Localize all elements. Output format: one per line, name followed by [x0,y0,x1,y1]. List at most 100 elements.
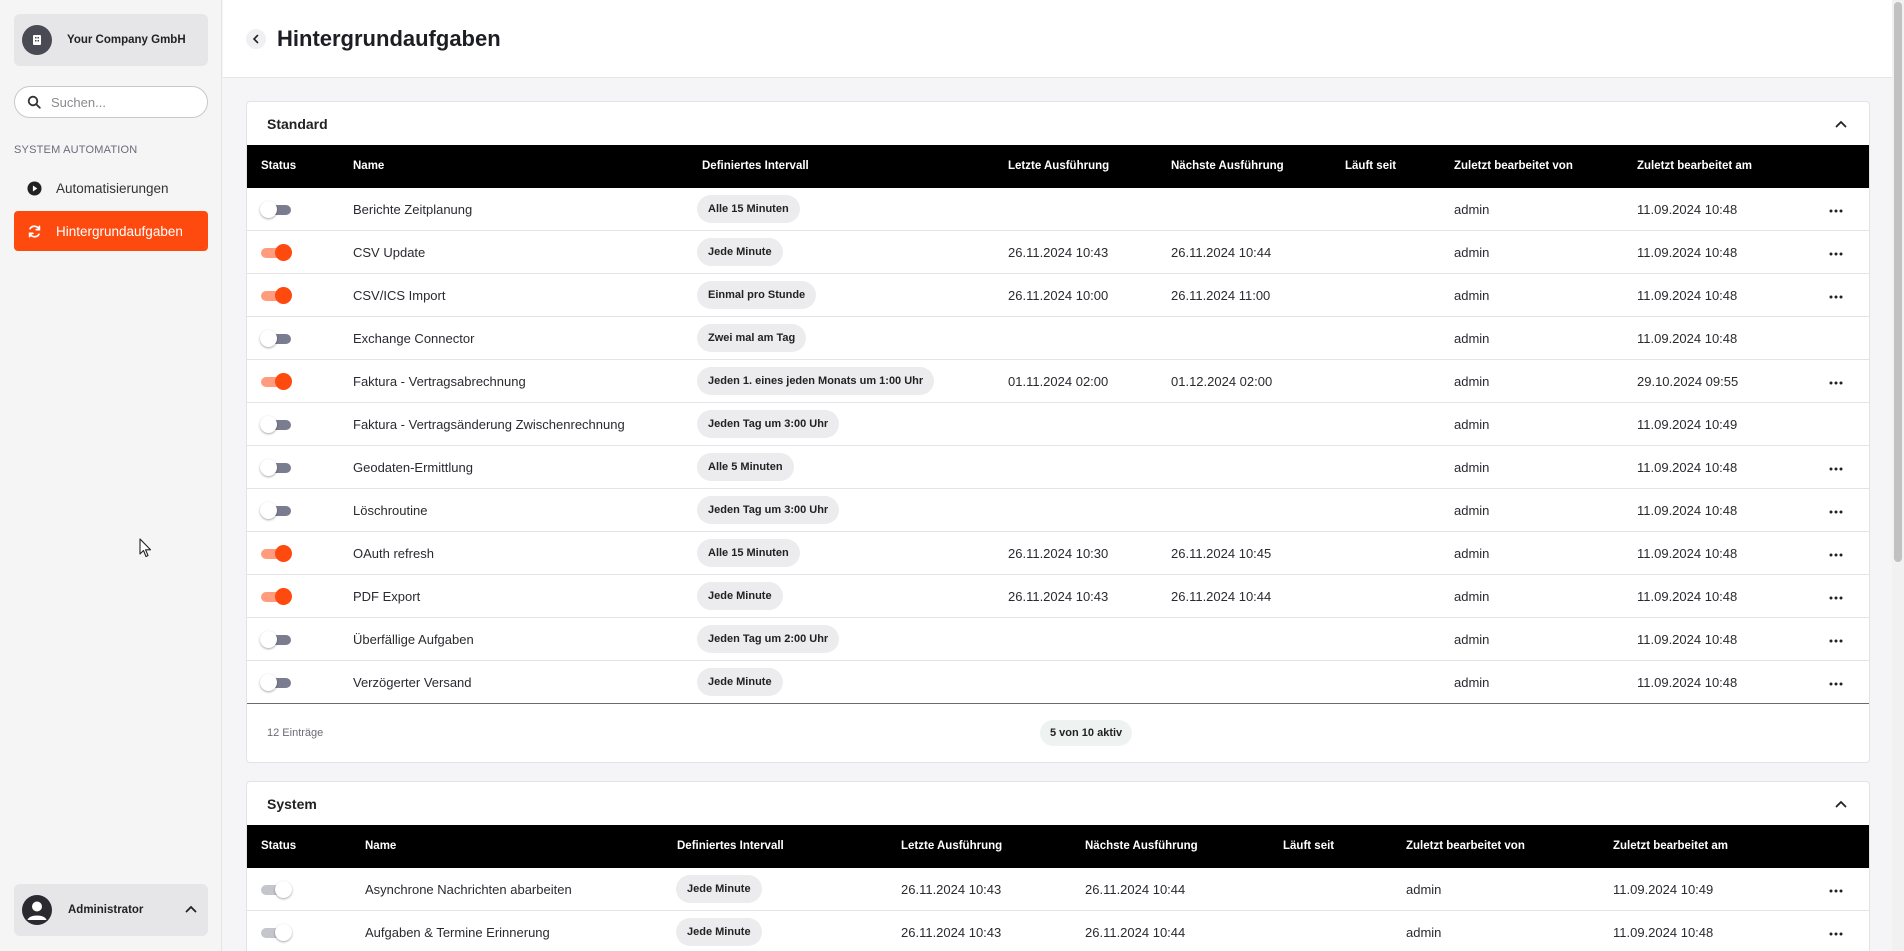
edited-at: 11.09.2024 10:48 [1637,460,1738,475]
status-toggle[interactable] [260,201,293,218]
chevron-up-icon[interactable] [1833,116,1849,132]
user-menu[interactable]: Administrator [14,884,208,936]
column-header-edited-at[interactable]: Zuletzt bearbeitet am [1637,160,1752,172]
table-row[interactable]: Faktura - Vertragsänderung Zwischenrechn… [247,403,1869,446]
scrollbar-thumb[interactable] [1894,2,1902,562]
toggle-knob [260,330,277,347]
edited-by: admin [1406,925,1442,940]
section-title: Standard [267,116,328,132]
edited-by: admin [1454,675,1490,690]
table-body: Berichte Zeitplanung Alle 15 Minuten admin… [247,188,1869,704]
table-row[interactable]: CSV/ICS Import Einmal pro Stunde 26.11.202… [247,274,1869,317]
toggle-knob [275,545,292,562]
table-row[interactable]: Berichte Zeitplanung Alle 15 Minuten admin… [247,188,1869,231]
edited-by: admin [1454,331,1490,346]
status-toggle[interactable] [260,674,293,691]
back-button[interactable] [246,29,266,49]
more-options-icon[interactable] [1829,591,1843,601]
column-header-last-run[interactable]: Letzte Ausführung [901,840,1002,852]
table-row[interactable]: CSV Update Jede Minute 26.11.2024 10:43 26.… [247,231,1869,274]
status-toggle[interactable] [260,330,293,347]
task-name: Geodaten-Ermittlung [353,460,473,475]
table-row[interactable]: Löschroutine Jeden Tag um 3:00 Uhr admin 11… [247,489,1869,532]
edited-by: admin [1454,632,1490,647]
column-header-status[interactable]: Status [261,840,296,852]
column-header-next-run[interactable]: Nächste Ausführung [1085,840,1198,852]
status-toggle[interactable] [261,881,293,898]
more-options-icon[interactable] [1829,462,1843,472]
company-name: Your Company GmbH [67,34,186,46]
column-header-edited-by[interactable]: Zuletzt bearbeitet von [1454,160,1573,172]
column-header-last-run[interactable]: Letzte Ausführung [1008,160,1109,172]
edited-at: 11.09.2024 10:48 [1613,925,1714,940]
column-header-name[interactable]: Name [353,160,384,172]
sidebar-item-automatisierungen[interactable]: Automatisierungen [14,168,208,208]
edited-at: 11.09.2024 10:48 [1637,245,1738,260]
edited-by: admin [1406,882,1442,897]
scrollbar[interactable] [1892,0,1904,951]
more-options-icon[interactable] [1829,548,1843,558]
more-options-icon[interactable] [1829,376,1843,386]
status-toggle[interactable] [261,588,293,605]
column-header-edited-at[interactable]: Zuletzt bearbeitet am [1613,840,1728,852]
more-options-icon[interactable] [1829,634,1843,644]
edited-at: 11.09.2024 10:48 [1637,288,1738,303]
sidebar-item-hintergrundaufgaben[interactable]: Hintergrundaufgaben [14,211,208,251]
entry-count: 12 Einträge [267,727,324,739]
table-row[interactable]: Verzögerter Versand Jede Minute admin 11.09… [247,661,1869,704]
search-box[interactable] [14,86,208,118]
column-header-interval[interactable]: Definiertes Intervall [702,160,809,172]
column-header-next-run[interactable]: Nächste Ausführung [1171,160,1284,172]
edited-at: 11.09.2024 10:48 [1637,202,1738,217]
toggle-knob [275,588,292,605]
status-toggle[interactable] [261,287,293,304]
more-options-icon[interactable] [1829,505,1843,515]
column-header-interval[interactable]: Definiertes Intervall [677,840,784,852]
user-name: Administrator [68,904,144,916]
column-header-running-since[interactable]: Läuft seit [1283,840,1334,852]
section-header[interactable]: System [247,782,1869,825]
table-row[interactable]: PDF Export Jede Minute 26.11.2024 10:43 26.… [247,575,1869,618]
toggle-knob [275,924,292,941]
status-toggle[interactable] [260,459,293,476]
table-row[interactable]: Faktura - Vertragsabrechnung Jeden 1. ein… [247,360,1869,403]
column-header-edited-by[interactable]: Zuletzt bearbeitet von [1406,840,1525,852]
interval-chip: Zwei mal am Tag [697,324,807,352]
status-toggle[interactable] [260,631,293,648]
table-row[interactable]: Geodaten-Ermittlung Alle 5 Minuten admin 11… [247,446,1869,489]
more-options-icon[interactable] [1829,884,1843,894]
chevron-up-icon[interactable] [1833,796,1849,812]
status-toggle[interactable] [260,502,293,519]
column-header-running-since[interactable]: Läuft seit [1345,160,1396,172]
toggle-knob [260,631,277,648]
table-row[interactable]: Asynchrone Nachrichten abarbeiten Jede Mi… [247,868,1869,911]
table-row[interactable]: Exchange Connector Zwei mal am Tag admin 11… [247,317,1869,360]
table-row[interactable]: OAuth refresh Alle 15 Minuten 26.11.2024 1… [247,532,1869,575]
status-toggle[interactable] [261,373,293,390]
column-header-name[interactable]: Name [365,840,396,852]
next-run: 26.11.2024 10:44 [1085,882,1186,897]
more-options-icon[interactable] [1829,247,1843,257]
edited-by: admin [1454,546,1490,561]
more-options-icon[interactable] [1829,927,1843,937]
task-name: Faktura - Vertragsabrechnung [353,374,526,389]
status-toggle[interactable] [261,244,293,261]
edited-at: 11.09.2024 10:49 [1613,882,1714,897]
table-header: Status Name Definiertes Intervall Letzte… [247,825,1869,868]
more-options-icon[interactable] [1829,677,1843,687]
more-options-icon[interactable] [1829,204,1843,214]
section-header[interactable]: Standard [247,102,1869,145]
status-toggle[interactable] [261,545,293,562]
column-header-status[interactable]: Status [261,160,296,172]
mouse-cursor-icon [139,538,152,558]
status-toggle[interactable] [261,924,293,941]
table-row[interactable]: Überfällige Aufgaben Jeden Tag um 2:00 Uh… [247,618,1869,661]
status-toggle[interactable] [260,416,293,433]
more-options-icon[interactable] [1829,290,1843,300]
table-row[interactable]: Aufgaben & Termine Erinnerung Jede Minute… [247,911,1869,951]
next-run: 26.11.2024 10:44 [1171,589,1272,604]
interval-chip: Jeden Tag um 2:00 Uhr [697,625,840,653]
company-switcher[interactable]: Your Company GmbH [14,14,208,66]
search-input[interactable] [51,94,191,110]
interval-chip: Jede Minute [676,875,762,903]
